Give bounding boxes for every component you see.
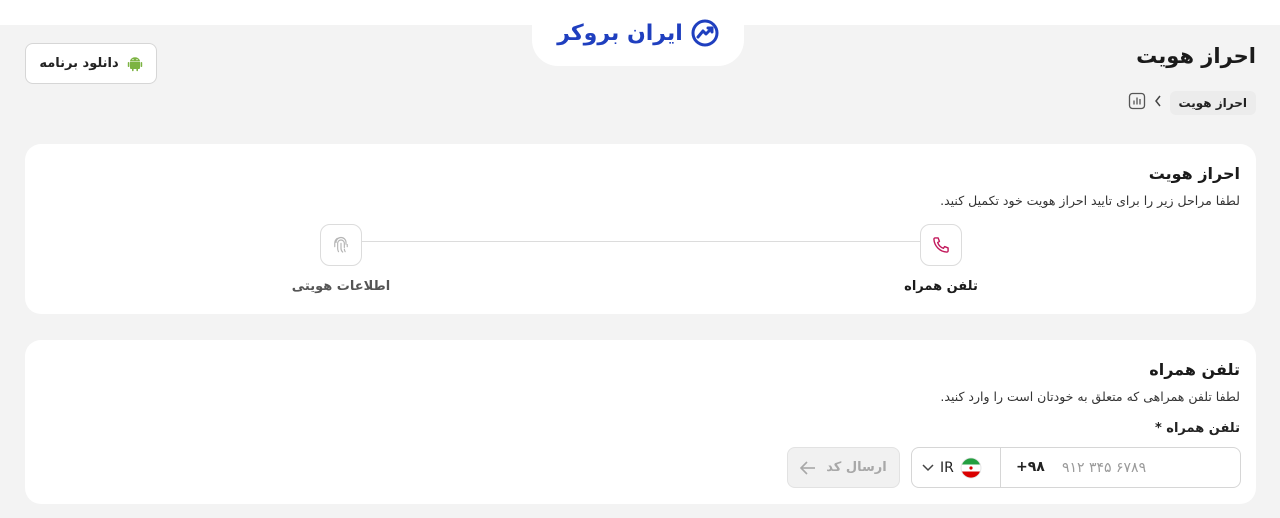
country-select[interactable]: IR (922, 448, 994, 487)
iran-flag-icon (960, 457, 982, 478)
breadcrumb-current: احراز هویت (1169, 91, 1256, 115)
step-identity-info-label: اطلاعات هویتی (291, 279, 391, 294)
arrow-left-icon (800, 460, 816, 475)
dashboard-icon[interactable] (1128, 92, 1146, 114)
brand-logo[interactable]: ایران بروکر (532, 0, 744, 66)
phone-card-title: تلفن همراه (1149, 360, 1240, 379)
step-phone-label: تلفن همراه (904, 279, 978, 294)
phone-card: تلفن همراه لطفا تلفن همراهی که متعلق به … (25, 340, 1256, 504)
phone-field-label: تلفن همراه * (1154, 421, 1240, 436)
identity-steps-card: احراز هویت لطفا مراحل زیر را برای تایید … (25, 144, 1256, 314)
brand-logo-text: ایران بروکر (557, 20, 683, 46)
chevron-down-icon (922, 463, 934, 471)
identity-card-title: احراز هویت (1148, 164, 1240, 183)
send-code-label: ارسال کد (826, 460, 887, 475)
country-code: IR (940, 459, 954, 476)
phone-number-input[interactable] (1062, 456, 1232, 480)
phone-field-divider (1000, 448, 1001, 487)
android-icon (127, 56, 142, 71)
download-app-label: دانلود برنامه (39, 56, 119, 71)
dial-code: +۹۸ (1016, 459, 1045, 475)
identity-card-description: لطفا مراحل زیر را برای تایید احراز هویت … (940, 193, 1240, 208)
step-phone[interactable] (920, 224, 962, 266)
send-code-button[interactable]: ارسال کد (787, 447, 900, 488)
phone-field: IR +۹۸ (911, 447, 1241, 488)
page-title: احراز هویت (1136, 44, 1256, 68)
chevron-left-icon (1154, 95, 1162, 111)
phone-card-description: لطفا تلفن همراهی که متعلق به خودتان است … (940, 389, 1240, 404)
fingerprint-icon (334, 236, 348, 253)
steps-progress-line (362, 241, 920, 242)
breadcrumb: احراز هویت (1128, 91, 1256, 115)
step-identity-info[interactable] (320, 224, 362, 266)
download-app-button[interactable]: دانلود برنامه (25, 43, 157, 84)
phone-icon (933, 237, 949, 253)
chart-trend-icon (691, 19, 719, 47)
